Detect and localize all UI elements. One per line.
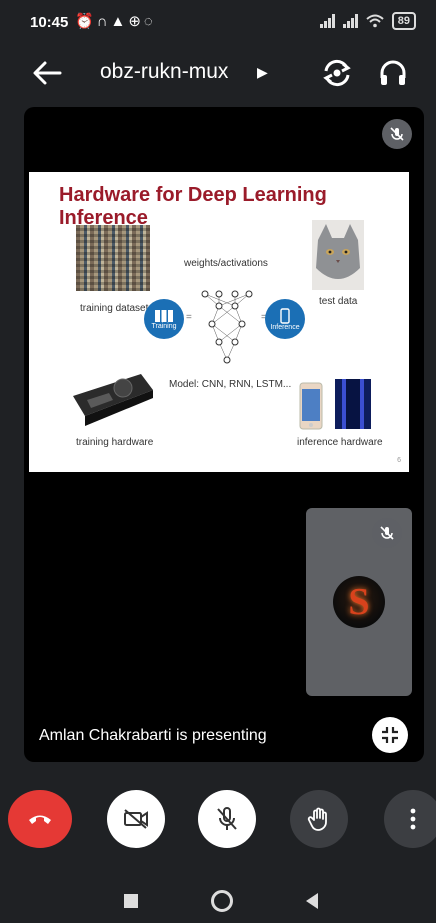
mic-off-icon <box>217 807 237 830</box>
camera-off-icon <box>124 809 148 829</box>
inference-badge: Inference <box>265 299 305 339</box>
recents-button[interactable] <box>124 894 138 908</box>
label-inference-hardware: inference hardware <box>297 437 383 448</box>
back-arrow-icon[interactable] <box>30 58 64 88</box>
avatar-letter: S <box>348 581 370 623</box>
label-training: Training <box>151 322 177 330</box>
presenting-status: Amlan Chakrabarti is presenting <box>39 727 267 744</box>
status-time: 10:45 <box>30 14 69 31</box>
wifi-icon <box>366 14 384 28</box>
datacenter-image <box>335 379 371 429</box>
slide-page-number: 6 <box>397 457 401 464</box>
system-nav-bar <box>0 875 436 923</box>
meeting-code[interactable]: obz-rukn-mux <box>100 60 228 84</box>
phone-icon <box>280 307 290 324</box>
self-mic-off-icon <box>372 518 402 548</box>
equals-left-icon: = <box>186 312 192 323</box>
label-training-dataset: training dataset <box>80 303 149 314</box>
shared-slide: Hardware for Deep Learning Inference tra… <box>29 172 409 472</box>
label-training-hardware: training hardware <box>76 437 154 448</box>
battery-indicator: 89 <box>391 12 416 30</box>
whatsapp-icon: ◌ <box>143 13 156 30</box>
training-badge: Training <box>144 299 184 339</box>
end-call-button[interactable] <box>8 790 72 848</box>
call-controls <box>0 785 436 853</box>
meeting-header: obz-rukn-mux ▶ <box>0 44 436 100</box>
neural-network-diagram <box>201 290 253 364</box>
headphones-icon: ∩ <box>96 13 111 30</box>
status-bar: 10:45 ⏰∩▲⊕◌ 89 <box>0 0 436 38</box>
gpu-image <box>73 374 153 426</box>
label-test-data: test data <box>319 296 358 307</box>
more-options-button[interactable] <box>384 790 436 848</box>
label-inference: Inference <box>270 323 300 331</box>
cat-image <box>312 220 364 290</box>
caret-right-icon[interactable]: ▶ <box>257 64 268 81</box>
camera-toggle-button[interactable] <box>107 790 165 848</box>
headphones-audio-icon[interactable] <box>376 56 410 90</box>
self-video-tile[interactable]: S <box>306 508 412 696</box>
hang-up-icon <box>29 815 51 824</box>
exit-fullscreen-button[interactable] <box>372 717 408 753</box>
alert-icon: ▲ <box>110 13 129 30</box>
back-button[interactable] <box>304 892 320 910</box>
label-weights: weights/activations <box>184 258 268 269</box>
mic-toggle-button[interactable] <box>198 790 256 848</box>
signal-icon-2 <box>342 14 358 28</box>
switch-camera-icon[interactable] <box>320 56 354 90</box>
server-icon <box>155 309 173 322</box>
label-model: Model: CNN, RNN, LSTM... <box>169 379 292 390</box>
training-dataset-image <box>76 225 150 291</box>
raise-hand-button[interactable] <box>290 790 348 848</box>
more-vert-icon <box>410 808 416 830</box>
globe-icon: ⊕ <box>128 13 144 30</box>
home-button[interactable] <box>211 890 233 912</box>
notification-icons: ⏰∩▲⊕◌ <box>75 12 156 30</box>
presentation-stage: Hardware for Deep Learning Inference tra… <box>24 107 424 762</box>
alarm-icon: ⏰ <box>75 13 97 30</box>
hand-icon <box>307 807 327 831</box>
collapse-icon <box>382 727 398 743</box>
presenter-mic-off-icon <box>382 119 412 149</box>
signal-icon <box>319 14 335 28</box>
smartphone-image <box>299 382 323 430</box>
avatar: S <box>333 576 385 628</box>
status-right: 89 <box>319 12 416 30</box>
